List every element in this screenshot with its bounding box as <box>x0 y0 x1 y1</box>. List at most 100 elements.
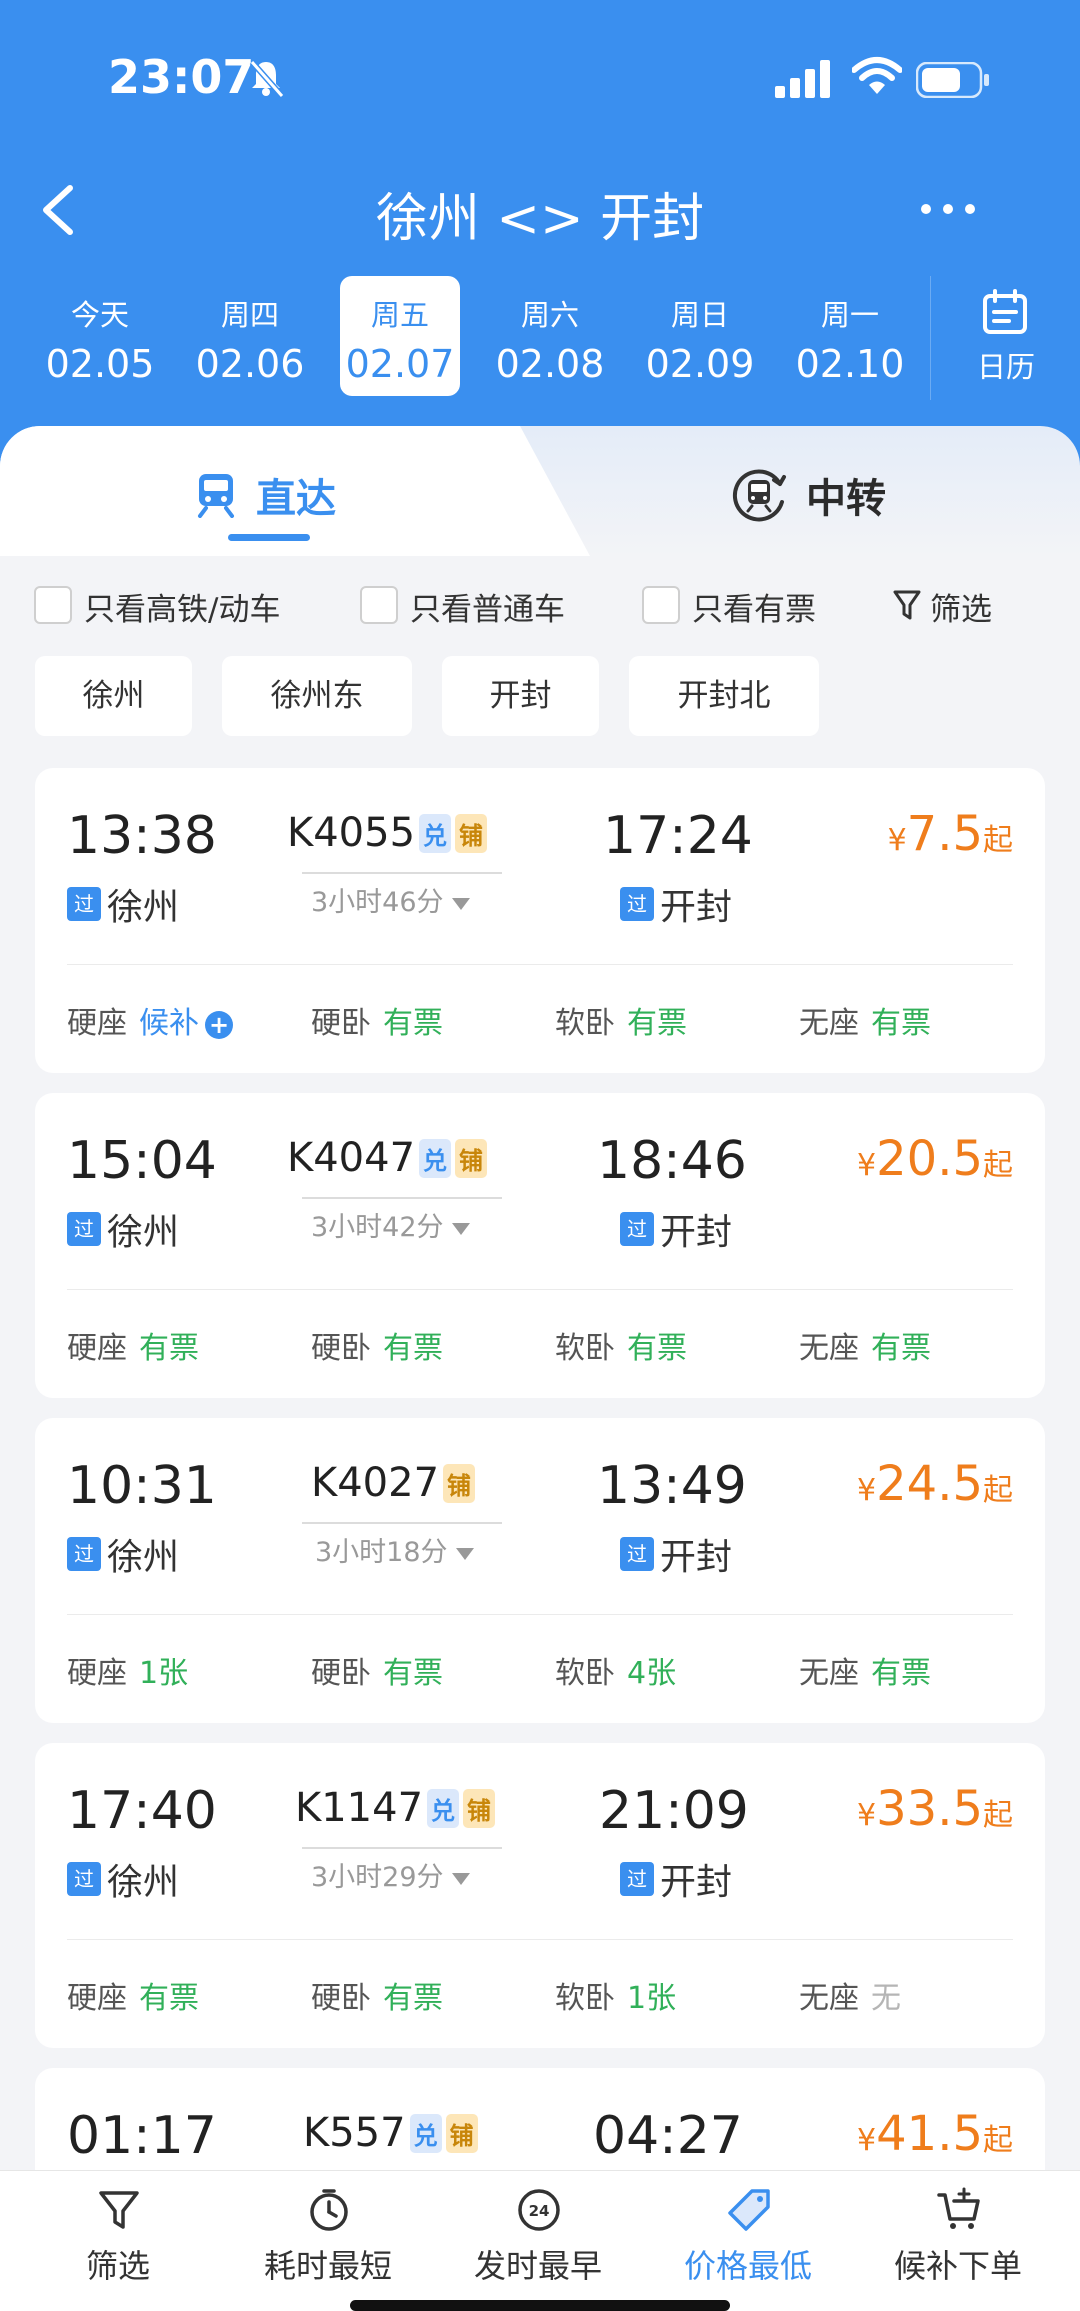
seat-status: 1张 <box>627 1981 677 2016</box>
date-item[interactable]: 周六 02.08 <box>490 276 610 396</box>
clock-24-icon: 24 <box>518 2189 560 2231</box>
duration-toggle[interactable]: 3小时29分 <box>311 1855 470 1894</box>
price: ¥24.5起 <box>857 1456 1013 1512</box>
seat-name: 无座 <box>799 1331 859 1366</box>
currency: ¥ <box>857 1798 877 1833</box>
seat-yingwo[interactable]: 硬卧 有票 <box>311 1323 443 1367</box>
sort-cheapest-button[interactable]: 价格最低 <box>648 2171 848 2311</box>
date-item-selected[interactable]: 周五 02.07 <box>340 276 460 396</box>
seat-yingzuo[interactable]: 硬座 有票 <box>67 1323 199 1367</box>
seat-name: 软卧 <box>555 1006 615 1041</box>
transfer-train-icon <box>732 469 786 522</box>
seat-yingwo[interactable]: 硬卧 有票 <box>311 1973 443 2017</box>
duration: 3小时29分 <box>311 1862 444 1893</box>
checkbox-box[interactable] <box>360 586 398 624</box>
seat-status: 有票 <box>383 1981 443 2016</box>
seat-status: 有票 <box>871 1656 931 1691</box>
pass-badge: 过 <box>67 887 101 921</box>
arrival-time: 17:24 <box>603 806 753 866</box>
station-chip[interactable]: 徐州 <box>35 656 192 736</box>
station-chip[interactable]: 开封北 <box>629 656 819 736</box>
price-from-suffix: 起 <box>983 1473 1013 1508</box>
seat-name: 软卧 <box>555 1981 615 2016</box>
seat-wuzuo[interactable]: 无座 有票 <box>799 1648 931 1692</box>
date-item[interactable]: 周一 02.10 <box>790 276 910 396</box>
seat-ruanwo[interactable]: 软卧 4张 <box>555 1648 676 1692</box>
seat-name: 硬座 <box>67 1981 127 2016</box>
date-strip: 今天 02.05 周四 02.06 周五 02.07 周六 02.08 周日 0… <box>0 276 1080 400</box>
seat-ruanwo[interactable]: 软卧 1张 <box>555 1973 676 2017</box>
seat-name: 硬卧 <box>311 1331 371 1366</box>
date-value: 02.05 <box>45 342 155 386</box>
train-card[interactable]: 15:04 K4047 兑铺 3小时42分 18:46 过徐州 过开封 ¥20.5… <box>35 1093 1045 1398</box>
sort-earliest-button[interactable]: 24 发时最早 <box>438 2171 638 2311</box>
train-card[interactable]: 10:31 K4027 铺 3小时18分 13:49 过徐州 过开封 ¥24.5起… <box>35 1418 1045 1723</box>
seat-status: 有票 <box>627 1331 687 1366</box>
date-weekday: 今天 <box>70 298 129 332</box>
add-waitlist-icon[interactable]: + <box>205 1010 233 1039</box>
date-item[interactable]: 今天 02.05 <box>40 276 160 396</box>
divider <box>67 1614 1013 1615</box>
arrival-time: 18:46 <box>597 1131 747 1191</box>
checkbox-box[interactable] <box>34 586 72 624</box>
seat-yingwo[interactable]: 硬卧 有票 <box>311 998 443 1042</box>
date-item[interactable]: 周日 02.09 <box>640 276 760 396</box>
train-no: K1147 <box>295 1785 424 1831</box>
seat-yingzuo[interactable]: 硬座 1张 <box>67 1648 188 1692</box>
checkbox-box[interactable] <box>642 586 680 624</box>
seat-yingzuo[interactable]: 硬座 候补 + <box>67 998 233 1042</box>
more-icon[interactable] <box>918 194 978 224</box>
from-station: 过徐州 <box>67 1853 179 1903</box>
seat-yingwo[interactable]: 硬卧 有票 <box>311 1648 443 1692</box>
seat-yingzuo[interactable]: 硬座 有票 <box>67 1973 199 2017</box>
duration-toggle[interactable]: 3小时46分 <box>311 880 470 919</box>
bottom-filter-button[interactable]: 筛选 <box>18 2171 218 2311</box>
train-number: K1147 兑铺 <box>295 1783 496 1843</box>
train-card[interactable]: 17:40 K1147 兑铺 3小时29分 21:09 过徐州 过开封 ¥33.5… <box>35 1743 1045 2048</box>
price-value: 41.5 <box>876 2106 983 2162</box>
duration-line <box>302 1522 502 1524</box>
train-no: K4047 <box>287 1135 416 1181</box>
waitlist-order-button[interactable]: 候补下单 <box>858 2171 1058 2311</box>
seat-ruanwo[interactable]: 软卧 有票 <box>555 998 687 1042</box>
price-from-suffix: 起 <box>983 1148 1013 1183</box>
station-name: 开封 <box>660 1537 733 1578</box>
station-name: 开封 <box>660 1212 733 1253</box>
duration-toggle[interactable]: 3小时42分 <box>311 1205 470 1244</box>
triangle-down-icon <box>451 1872 470 1885</box>
divider <box>67 1289 1013 1290</box>
seat-status: 有票 <box>383 1656 443 1691</box>
seat-wuzuo[interactable]: 无座 有票 <box>799 998 931 1042</box>
home-indicator[interactable] <box>350 2300 730 2311</box>
seat-ruanwo[interactable]: 软卧 有票 <box>555 1323 687 1367</box>
sort-earliest-label: 发时最早 <box>473 2247 602 2285</box>
seat-name: 硬卧 <box>311 1981 371 2016</box>
departure-time: 17:40 <box>67 1781 217 1841</box>
departure-time: 01:17 <box>67 2106 217 2166</box>
duration: 3小时46分 <box>311 887 444 918</box>
seat-name: 无座 <box>799 1656 859 1691</box>
redeem-badge: 兑 <box>419 1138 452 1178</box>
duration-toggle[interactable]: 3小时18分 <box>315 1530 474 1569</box>
seat-wuzuo[interactable]: 无座无 <box>799 1973 901 2017</box>
seat-status: 有票 <box>383 1331 443 1366</box>
station-chip[interactable]: 徐州东 <box>222 656 412 736</box>
sort-shortest-button[interactable]: 耗时最短 <box>228 2171 428 2311</box>
date-item[interactable]: 周四 02.06 <box>190 276 310 396</box>
cell-signal-icon <box>775 60 830 98</box>
from-station: 过徐州 <box>67 878 179 928</box>
departure-time: 15:04 <box>67 1131 217 1191</box>
calendar-button[interactable]: 日历 <box>930 276 1080 400</box>
price-from-suffix: 起 <box>983 823 1013 858</box>
train-card[interactable]: 13:38 K4055 兑铺 3小时46分 17:24 过徐州 过开封 ¥7.5起… <box>35 768 1045 1073</box>
triangle-down-icon <box>451 1222 470 1235</box>
funnel-icon <box>99 2191 139 2229</box>
departure-time: 13:38 <box>67 806 217 866</box>
price-tag-icon <box>728 2189 770 2231</box>
station-chip[interactable]: 开封 <box>442 656 599 736</box>
triangle-down-icon <box>455 1547 474 1560</box>
train-number: K4027 铺 <box>311 1458 476 1518</box>
seat-name: 无座 <box>799 1981 859 2016</box>
arrival-time: 13:49 <box>597 1456 747 1516</box>
seat-wuzuo[interactable]: 无座 有票 <box>799 1323 931 1367</box>
